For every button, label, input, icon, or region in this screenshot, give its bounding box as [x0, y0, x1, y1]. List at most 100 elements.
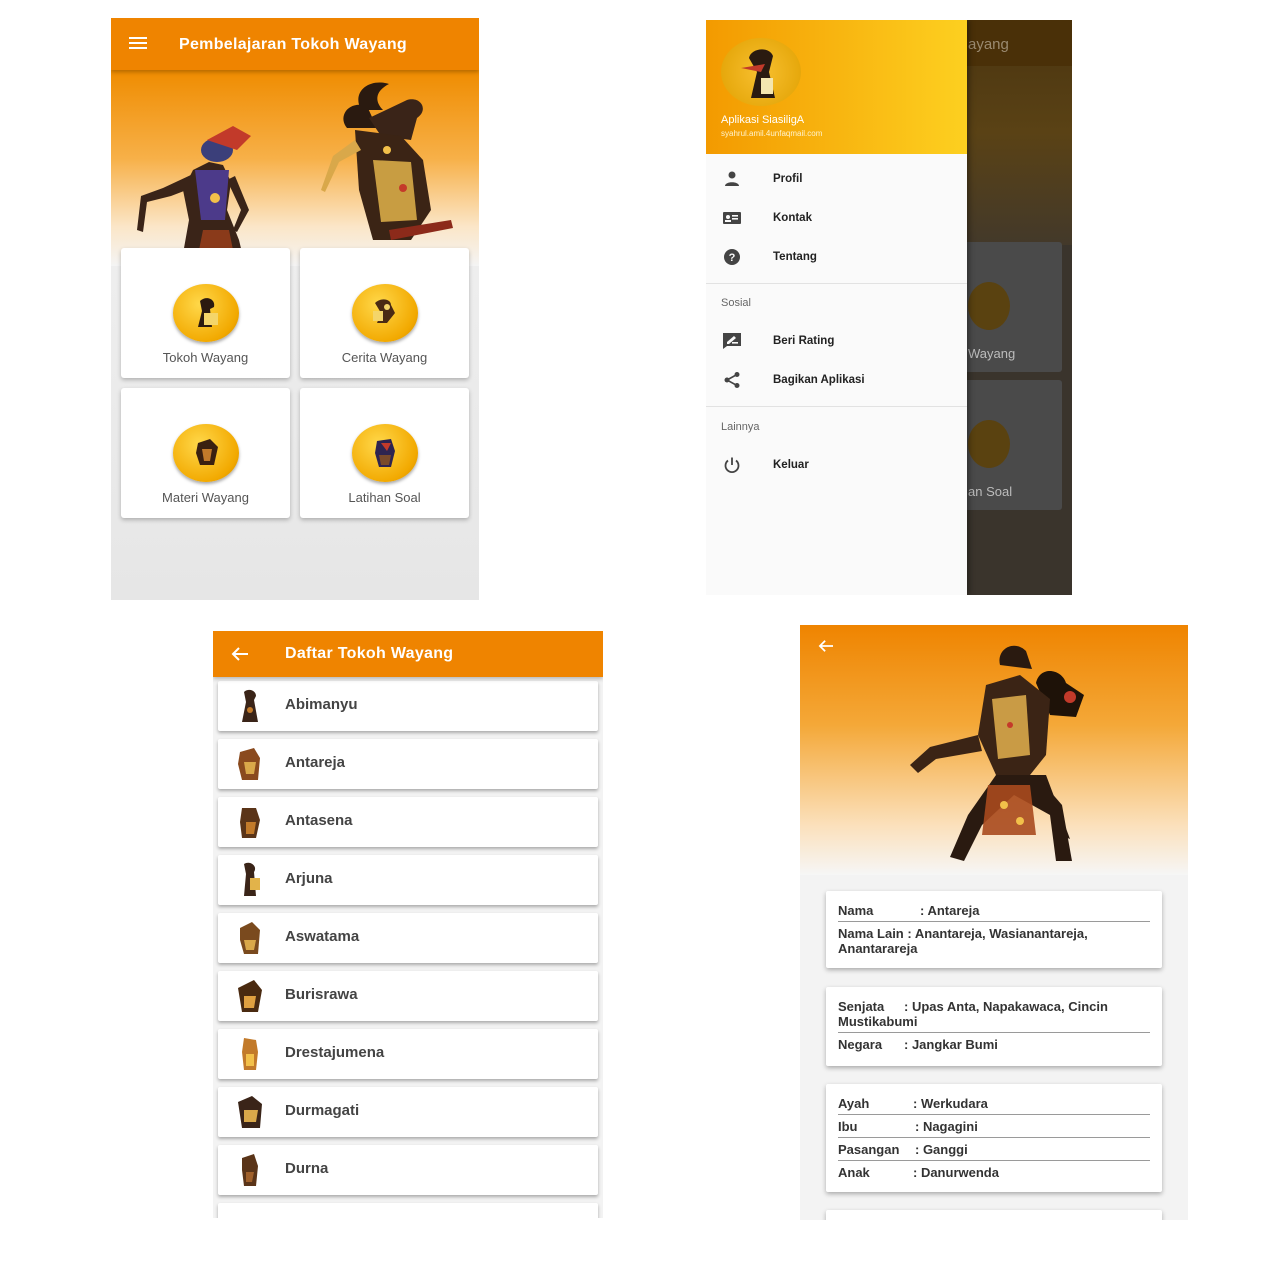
info-value: : Jangkar Bumi [904, 1037, 998, 1052]
wayang-thumbnail-icon [230, 1034, 270, 1074]
list-item-name: Durna [285, 1160, 329, 1177]
info-key: Nama [838, 903, 874, 918]
info-key: Senjata [838, 999, 885, 1014]
help-circle-icon: ? [721, 246, 743, 268]
dimmed-title: ayang [968, 36, 1009, 53]
arrow-back-icon[interactable] [231, 646, 249, 667]
home-app-bar: Pembelajaran Tokoh Wayang [111, 18, 479, 70]
navigation-drawer: Aplikasi SiasiligA syahrul.amil.4unfaqma… [706, 20, 967, 595]
dimmed-card-label: Wayang [968, 346, 1016, 361]
contact-card-icon [721, 207, 743, 229]
hamburger-menu-icon[interactable] [129, 36, 147, 50]
drawer-item-label: Keluar [773, 459, 809, 471]
detail-screen: Nama: Antareja Nama Lain : Anantareja, W… [800, 625, 1188, 1220]
svg-text:?: ? [729, 252, 736, 264]
wayang-thumbnail-icon [230, 802, 270, 842]
list-item[interactable]: Drestajumena [218, 1029, 598, 1079]
wayang-thumbnail-icon [230, 976, 270, 1016]
menu-card-label: Materi Wayang [162, 490, 249, 505]
menu-card-label: Tokoh Wayang [162, 350, 249, 365]
info-key: Negara [838, 1037, 883, 1052]
wayang-thumbnail-icon [230, 686, 270, 726]
info-card-next [826, 1210, 1162, 1220]
drawer-item-keluar[interactable]: Keluar [706, 453, 967, 477]
drawer-screen: ayang Wayang an Soal Aplikasi SiasiligA … [706, 20, 1072, 595]
wayang-illustration [910, 645, 1084, 861]
list-item[interactable]: Durna [218, 1145, 598, 1195]
list-item-name: Drestajumena [285, 1044, 385, 1061]
dimmed-card-label: an Soal [968, 484, 1013, 499]
wayang-thumbnail-icon [230, 1150, 270, 1190]
info-row: Nama Lain : Anantareja, Wasianantareja, … [838, 926, 1150, 959]
info-row: Ayah: Werkudara [838, 1096, 1150, 1115]
section-header-sosial: Sosial [721, 297, 751, 309]
drawer-item-bagikan-aplikasi[interactable]: Bagikan Aplikasi [706, 368, 967, 392]
list-item[interactable]: Burisrawa [218, 971, 598, 1021]
drawer-app-name: Aplikasi SiasiligA [721, 114, 805, 126]
drawer-item-label: Bagikan Aplikasi [773, 374, 865, 386]
list-item[interactable]: Durmagati [218, 1087, 598, 1137]
info-row: Senjata: Upas Anta, Napakawaca, Cincin M… [838, 999, 1150, 1033]
menu-card-materi-wayang[interactable]: Materi Wayang [121, 388, 290, 518]
list-item-name: Burisrawa [285, 986, 358, 1003]
info-key: Ayah [838, 1096, 870, 1111]
rate-review-icon [721, 330, 743, 352]
wayang-thumbnail-icon [230, 744, 270, 784]
home-screen: Pembelajaran Tokoh Wayang Tokoh Wayang C… [111, 18, 479, 600]
drawer-item-label: Kontak [773, 212, 812, 224]
menu-card-cerita-wayang[interactable]: Cerita Wayang [300, 248, 469, 378]
info-value: : Danurwenda [913, 1165, 999, 1180]
menu-card-latihan-soal[interactable]: Latihan Soal [300, 388, 469, 518]
wayang-puppet-icon [172, 284, 239, 342]
info-key: Pasangan [838, 1142, 900, 1157]
drawer-header: Aplikasi SiasiligA syahrul.amil.4unfaqma… [706, 20, 967, 154]
list-item[interactable]: Antasena [218, 797, 598, 847]
list-item[interactable]: Abimanyu [218, 681, 598, 731]
list-item-name: Durmagati [285, 1102, 360, 1119]
list-item[interactable]: Antareja [218, 739, 598, 789]
hero-banner [800, 625, 1188, 875]
info-value: : Ganggi [915, 1142, 968, 1157]
list-item-name: Abimanyu [285, 696, 358, 713]
wayang-illustration [137, 82, 453, 265]
list-screen: Daftar Tokoh Wayang Abimanyu Antareja Anta… [213, 631, 603, 1218]
wayang-thumbnail-icon [230, 918, 270, 958]
person-icon [721, 168, 743, 190]
wayang-puppet-icon [351, 424, 418, 482]
info-card-identity: Nama: Antareja Nama Lain : Anantareja, W… [826, 891, 1162, 968]
drawer-email: syahrul.amil.4unfaqmail.com [721, 129, 823, 138]
list-item-name: Aswatama [285, 928, 360, 945]
drawer-item-label: Tentang [773, 251, 817, 263]
list-item-name: Antasena [285, 812, 353, 829]
dimmed-circle [968, 420, 1010, 468]
wayang-puppet-icon [351, 284, 418, 342]
drawer-item-tentang[interactable]: ? Tentang [706, 245, 967, 269]
list-item-name: Arjuna [285, 870, 333, 887]
share-icon [721, 369, 743, 391]
info-row: Nama: Antareja [838, 903, 1150, 922]
list-item[interactable] [218, 1203, 598, 1218]
menu-card-label: Cerita Wayang [341, 350, 428, 365]
power-icon [721, 454, 743, 476]
wayang-puppet-icon [172, 424, 239, 482]
divider [706, 283, 967, 284]
drawer-item-profil[interactable]: Profil [706, 167, 967, 191]
divider [706, 406, 967, 407]
arrow-back-icon[interactable] [818, 639, 834, 658]
page-title: Pembelajaran Tokoh Wayang [179, 36, 407, 53]
info-row: Ibu: Nagagini [838, 1119, 1150, 1138]
info-row: Negara : Jangkar Bumi [838, 1037, 1150, 1055]
menu-card-label: Latihan Soal [348, 490, 421, 505]
avatar [721, 38, 801, 106]
drawer-item-beri-rating[interactable]: Beri Rating [706, 329, 967, 353]
info-card-weapon: Senjata: Upas Anta, Napakawaca, Cincin M… [826, 987, 1162, 1066]
list-item[interactable]: Aswatama [218, 913, 598, 963]
section-header-lainnya: Lainnya [721, 421, 760, 433]
menu-card-tokoh-wayang[interactable]: Tokoh Wayang [121, 248, 290, 378]
drawer-item-kontak[interactable]: Kontak [706, 206, 967, 230]
list-item[interactable]: Arjuna [218, 855, 598, 905]
info-key: Nama Lain [838, 926, 904, 941]
wayang-thumbnail-icon [230, 860, 270, 900]
info-key: Ibu [838, 1119, 858, 1134]
page-title: Daftar Tokoh Wayang [285, 645, 454, 662]
